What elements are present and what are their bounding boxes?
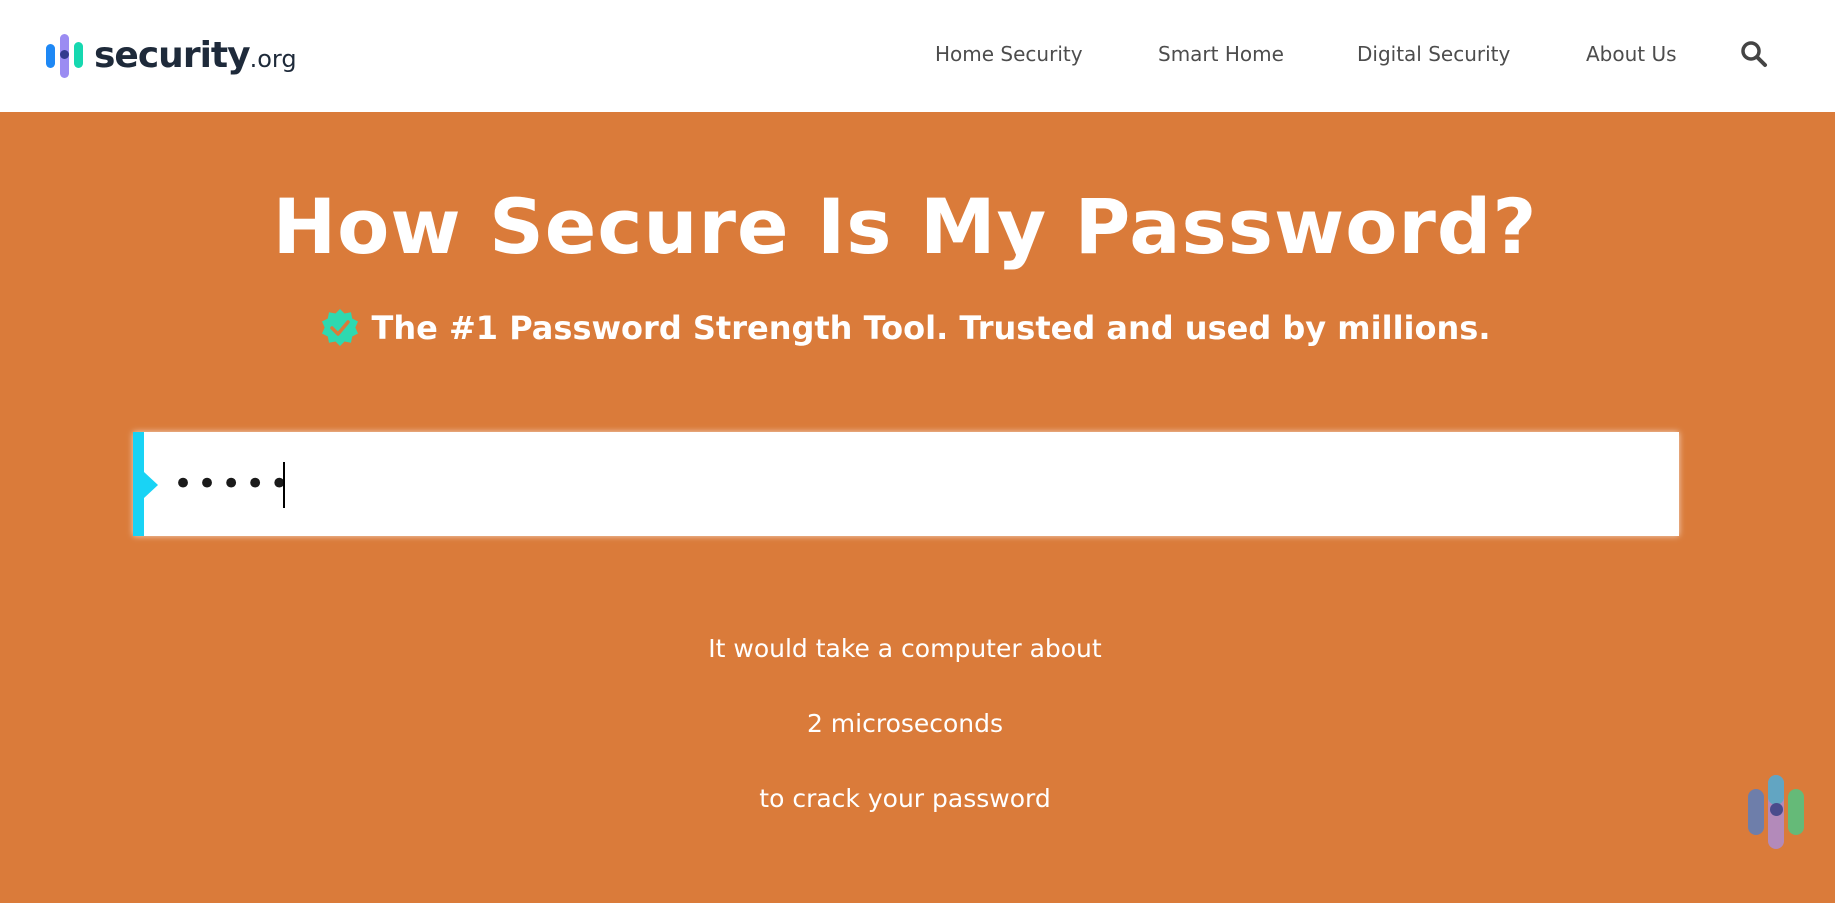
field-accent-bar	[133, 432, 144, 536]
security-org-widget-icon[interactable]	[1745, 775, 1815, 850]
nav-home-security[interactable]: Home Security	[935, 42, 1083, 66]
field-accent-notch	[144, 472, 158, 498]
password-input[interactable]	[173, 454, 1653, 514]
nav-about-us[interactable]: About Us	[1586, 42, 1677, 66]
result-intro: It would take a computer about	[708, 634, 1102, 663]
nav-smart-home[interactable]: Smart Home	[1158, 42, 1284, 66]
result-outro: to crack your password	[759, 784, 1051, 813]
text-caret	[283, 462, 285, 508]
verified-check-icon	[321, 309, 358, 346]
page-title: How Secure Is My Password?	[272, 182, 1538, 271]
subtitle: The #1 Password Strength Tool. Trusted a…	[371, 309, 1491, 347]
subtitle-row: The #1 Password Strength Tool. Trusted a…	[0, 306, 1810, 350]
site-header: security.org Home Security Smart Home Di…	[0, 0, 1835, 112]
password-field[interactable]	[133, 432, 1679, 536]
search-icon[interactable]	[1740, 40, 1768, 68]
crack-time: 2 microseconds	[806, 709, 1004, 738]
main-nav: Home Security Smart Home Digital Securit…	[0, 42, 1835, 72]
nav-digital-security[interactable]: Digital Security	[1357, 42, 1510, 66]
page: security.org Home Security Smart Home Di…	[0, 0, 1835, 903]
